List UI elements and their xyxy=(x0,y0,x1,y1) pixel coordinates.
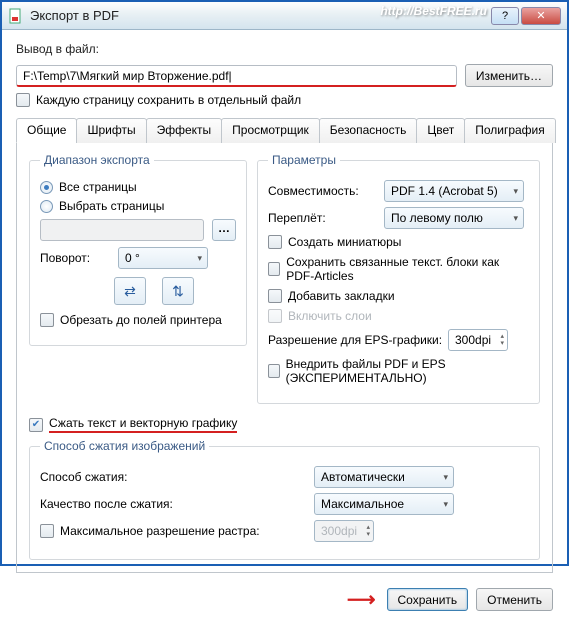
crop-checkbox[interactable] xyxy=(40,313,54,327)
max-res-spinner: 300dpi xyxy=(314,520,374,542)
tab-color[interactable]: Цвет xyxy=(416,118,465,143)
crop-label: Обрезать до полей принтера xyxy=(60,313,222,327)
watermark: http://BestFREE.ru xyxy=(380,4,487,18)
page-per-file-label: Каждую страницу сохранить в отдельный фа… xyxy=(36,93,301,107)
params-legend: Параметры xyxy=(268,153,340,167)
app-icon xyxy=(8,8,24,24)
binding-label: Переплёт: xyxy=(268,211,384,225)
compress-vector-label: Сжать текст и векторную графику xyxy=(49,416,237,433)
radio-select-pages[interactable] xyxy=(40,200,53,213)
eps-res-spinner[interactable]: 300dpi xyxy=(448,329,508,351)
radio-all-label: Все страницы xyxy=(59,180,137,194)
range-legend: Диапазон экспорта xyxy=(40,153,154,167)
tab-viewer[interactable]: Просмотрщик xyxy=(221,118,320,143)
max-res-checkbox[interactable] xyxy=(40,524,54,538)
compress-legend: Способ сжатия изображений xyxy=(40,439,209,453)
thumbnails-label: Создать миниатюры xyxy=(288,235,401,249)
output-label: Вывод в файл: xyxy=(16,42,553,56)
rotation-label: Поворот: xyxy=(40,251,110,265)
cancel-button[interactable]: Отменить xyxy=(476,588,553,611)
help-button[interactable]: ? xyxy=(491,7,519,25)
tab-printing[interactable]: Полиграфия xyxy=(464,118,556,143)
quality-label: Качество после сжатия: xyxy=(40,497,314,511)
max-res-label: Максимальное разрешение растра: xyxy=(60,524,314,538)
save-button[interactable]: Сохранить xyxy=(387,588,469,611)
tab-fonts[interactable]: Шрифты xyxy=(76,118,146,143)
compat-label: Совместимость: xyxy=(268,184,384,198)
change-button[interactable]: Изменить… xyxy=(465,64,553,87)
pdf-articles-label: Сохранить связанные текст. блоки как PDF… xyxy=(286,255,529,283)
bookmarks-checkbox[interactable] xyxy=(268,289,282,303)
output-path-input[interactable]: F:\Temp\7\Мягкий мир Вторжение.pdf| xyxy=(16,65,457,87)
rotation-select[interactable]: 0 ° xyxy=(118,247,208,269)
close-button[interactable]: ✕ xyxy=(521,7,561,25)
embed-label: Внедрить файлы PDF и EPS (ЭКСПЕРИМЕНТАЛЬ… xyxy=(286,357,529,385)
bookmarks-label: Добавить закладки xyxy=(288,289,395,303)
pdf-articles-checkbox[interactable] xyxy=(268,262,280,276)
method-label: Способ сжатия: xyxy=(40,470,314,484)
radio-all-pages[interactable] xyxy=(40,181,53,194)
tab-general[interactable]: Общие xyxy=(16,118,77,143)
page-per-file-checkbox[interactable] xyxy=(16,93,30,107)
general-panel: Диапазон экспорта Все страницы Выбрать с… xyxy=(16,143,553,573)
thumbnails-checkbox[interactable] xyxy=(268,235,282,249)
rotate-vertical-button[interactable]: ⇅ xyxy=(162,277,194,305)
pages-input xyxy=(40,219,204,241)
layers-label: Включить слои xyxy=(288,309,372,323)
tab-security[interactable]: Безопасность xyxy=(319,118,418,143)
tabs: Общие Шрифты Эффекты Просмотрщик Безопас… xyxy=(16,117,553,143)
embed-checkbox[interactable] xyxy=(268,364,280,378)
layers-checkbox xyxy=(268,309,282,323)
quality-select[interactable]: Максимальное xyxy=(314,493,454,515)
titlebar: Экспорт в PDF http://BestFREE.ru ? ✕ xyxy=(2,2,567,30)
compress-vector-checkbox[interactable] xyxy=(29,418,43,432)
pages-browse-button[interactable]: … xyxy=(212,219,236,241)
params-fieldset: Параметры Совместимость:PDF 1.4 (Acrobat… xyxy=(257,153,540,404)
binding-select[interactable]: По левому полю xyxy=(384,207,524,229)
compat-select[interactable]: PDF 1.4 (Acrobat 5) xyxy=(384,180,524,202)
method-select[interactable]: Автоматически xyxy=(314,466,454,488)
compress-fieldset: Способ сжатия изображений Способ сжатия:… xyxy=(29,439,540,560)
arrow-icon: ⟶ xyxy=(347,587,375,612)
radio-select-label: Выбрать страницы xyxy=(59,199,164,213)
rotate-horizontal-button[interactable]: ⇄ xyxy=(114,277,146,305)
tab-effects[interactable]: Эффекты xyxy=(146,118,223,143)
range-fieldset: Диапазон экспорта Все страницы Выбрать с… xyxy=(29,153,247,346)
eps-res-label: Разрешение для EPS-графики: xyxy=(268,333,448,347)
